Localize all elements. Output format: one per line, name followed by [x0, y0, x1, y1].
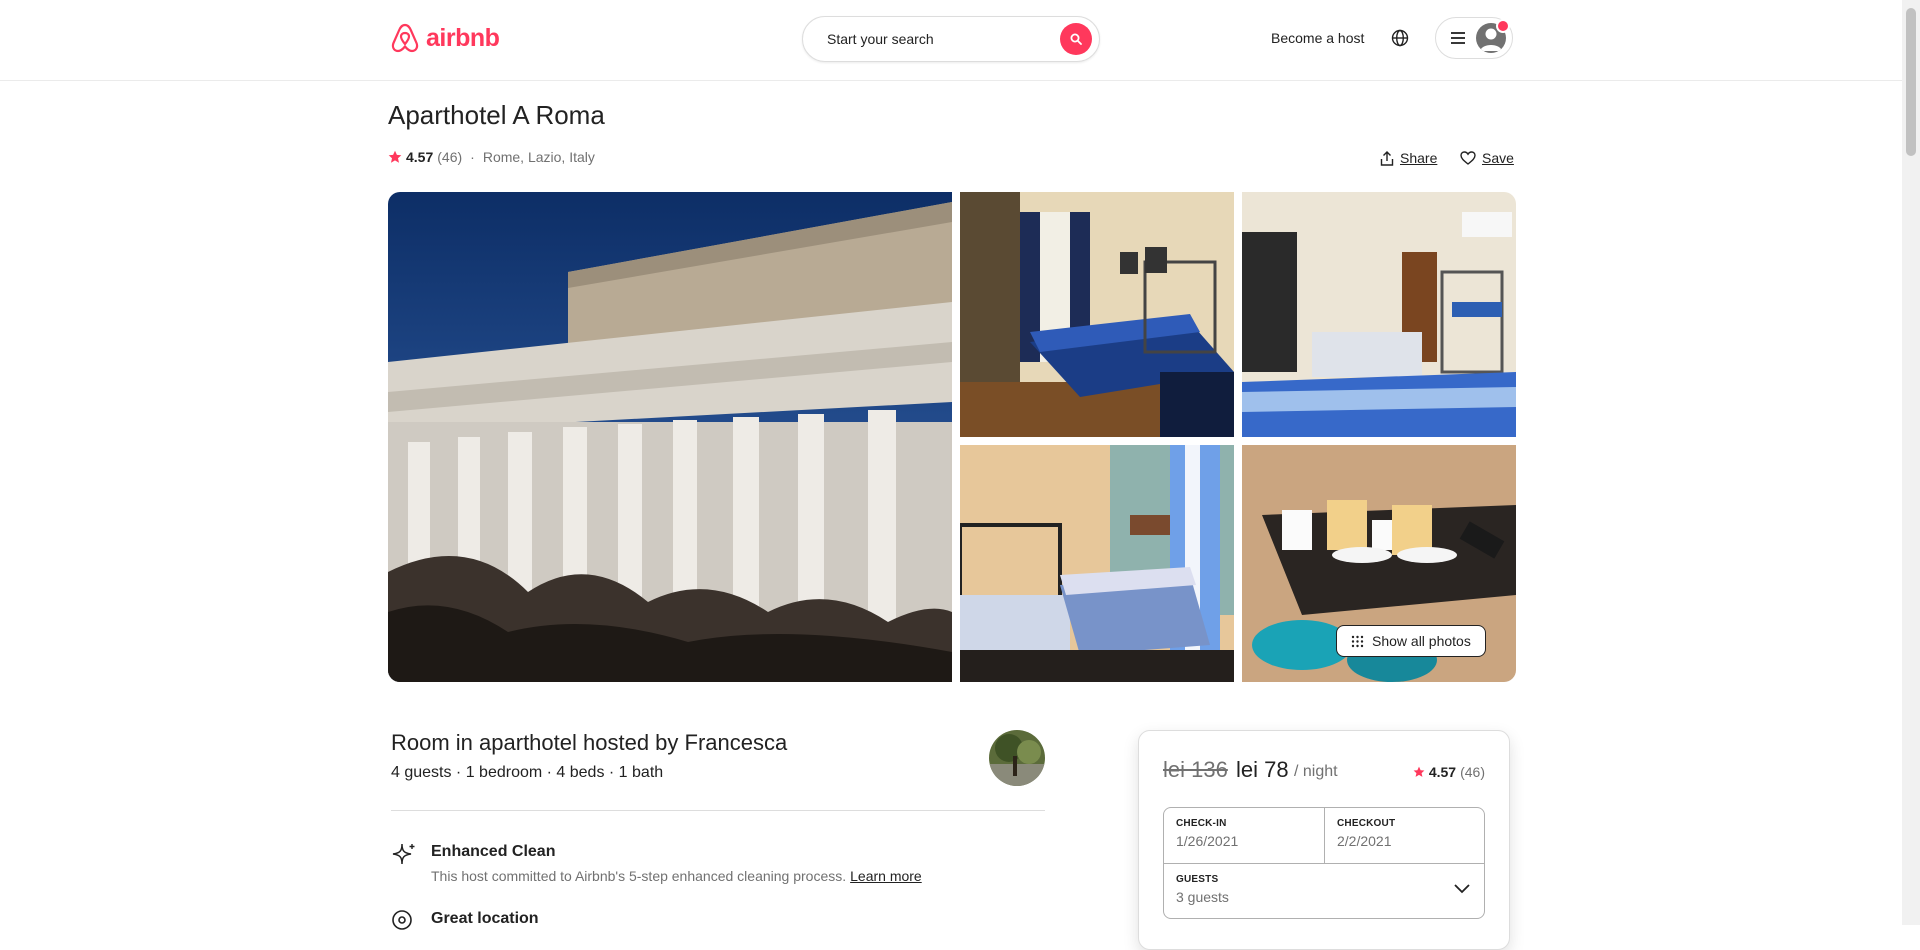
brand-name: airbnb: [426, 23, 500, 52]
feature-title-enhanced-clean: Enhanced Clean: [431, 843, 556, 860]
discounted-price: lei 78: [1236, 757, 1289, 782]
photo-gallery: [388, 192, 1516, 682]
save-label: Save: [1482, 150, 1514, 166]
guests-value: 3 guests: [1176, 889, 1229, 905]
language-button[interactable]: [1391, 29, 1409, 52]
meta-separator: ·: [470, 149, 475, 165]
card-rating-value: 4.57: [1428, 764, 1457, 780]
top-header: airbnb Start your search Become a host: [0, 0, 1902, 81]
gallery-photo-2[interactable]: [960, 192, 1234, 437]
card-rating[interactable]: 4.57 (46): [1413, 764, 1485, 780]
heart-icon: [1460, 151, 1476, 165]
guests-field[interactable]: GUESTS 3 guests: [1164, 864, 1484, 919]
search-bar[interactable]: Start your search: [802, 16, 1100, 62]
listing-summary: 4 guests · 1 bedroom · 4 beds · 1 bath: [391, 764, 664, 781]
page-scrollbar[interactable]: [1902, 0, 1920, 925]
listing-meta: 4.57 (46) · Rome, Lazio, Italy: [388, 149, 595, 165]
host-title: Room in aparthotel hosted by Francesca: [391, 730, 788, 755]
airbnb-logo-icon: [391, 23, 419, 53]
save-button[interactable]: Save: [1460, 150, 1514, 166]
checkout-field[interactable]: CHECKOUT 2/2/2021: [1325, 808, 1485, 863]
search-placeholder[interactable]: Start your search: [827, 31, 1060, 47]
show-all-photos-label: Show all photos: [1372, 633, 1471, 649]
star-icon: [388, 150, 402, 163]
search-icon: [1070, 33, 1082, 45]
per-night-label: / night: [1294, 763, 1338, 780]
share-icon: [1380, 150, 1394, 166]
listing-rating: 4.57: [406, 149, 434, 165]
search-button[interactable]: [1060, 23, 1092, 55]
booking-card: lei 136 lei 78 / night 4.57 (46) CHECK-I…: [1138, 730, 1510, 950]
globe-icon: [1391, 29, 1409, 47]
share-label: Share: [1400, 150, 1438, 166]
learn-more-link[interactable]: Learn more: [850, 868, 922, 884]
gallery-photo-3[interactable]: [1242, 192, 1516, 437]
card-review-count: (46): [1460, 764, 1485, 780]
show-all-photos-button[interactable]: Show all photos: [1336, 625, 1486, 657]
feature-desc-text: This host committed to Airbnb's 5-step e…: [431, 868, 847, 884]
star-icon: [1413, 766, 1425, 777]
feature-desc-enhanced-clean: This host committed to Airbnb's 5-step e…: [431, 868, 922, 884]
section-divider: [391, 810, 1045, 811]
listing-review-count[interactable]: (46): [437, 149, 462, 165]
become-host-link[interactable]: Become a host: [1271, 30, 1364, 46]
location-pin-icon: [392, 910, 412, 930]
chevron-down-icon[interactable]: [1454, 884, 1470, 894]
checkin-label: CHECK-IN: [1176, 818, 1227, 829]
scrollbar-thumb[interactable]: [1906, 8, 1916, 156]
sparkle-icon: [392, 843, 415, 865]
hamburger-icon: [1451, 32, 1465, 44]
notification-badge: [1496, 19, 1510, 33]
grid-dots-icon: [1351, 635, 1364, 647]
checkout-value: 2/2/2021: [1337, 833, 1392, 849]
gallery-photo-main[interactable]: [388, 192, 952, 682]
date-guest-picker: CHECK-IN 1/26/2021 CHECKOUT 2/2/2021 GUE…: [1163, 807, 1485, 919]
feature-title-great-location: Great location: [431, 910, 539, 927]
share-button[interactable]: Share: [1380, 150, 1437, 166]
gallery-photo-4[interactable]: [960, 445, 1234, 682]
listing-location[interactable]: Rome, Lazio, Italy: [483, 149, 595, 165]
checkin-value: 1/26/2021: [1176, 833, 1239, 849]
original-price: lei 136: [1163, 757, 1228, 782]
host-avatar[interactable]: [989, 730, 1045, 786]
checkout-label: CHECKOUT: [1337, 818, 1396, 829]
guests-label: GUESTS: [1176, 874, 1219, 885]
checkin-field[interactable]: CHECK-IN 1/26/2021: [1164, 808, 1324, 863]
airbnb-logo[interactable]: airbnb: [390, 22, 500, 54]
listing-title: Aparthotel A Roma: [388, 100, 605, 130]
